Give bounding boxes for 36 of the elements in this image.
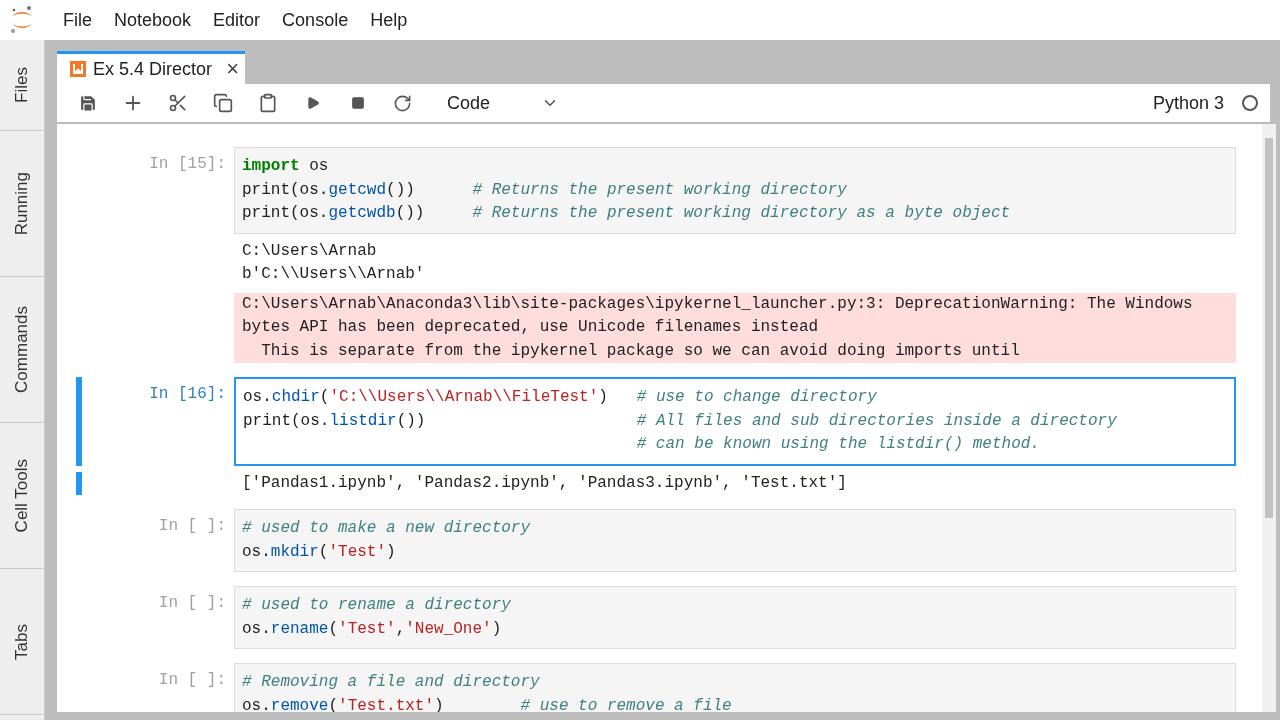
notebook-icon bbox=[69, 60, 87, 78]
cell-prompt: In [ ]: bbox=[158, 516, 226, 537]
tab-title: Ex 5.4 Director bbox=[93, 58, 214, 80]
kernel-name: Python 3 bbox=[1152, 92, 1224, 114]
code-cell-input[interactable]: os.chdir('C:\\Users\\Arnab\\FileTest') # use to change directory print(os.listdir()) # All files and sub directories inside a directory # can be known using the listdir() method. bbox=[234, 377, 1236, 466]
menu-item[interactable]: Console bbox=[271, 9, 360, 31]
menu-item[interactable]: File bbox=[52, 9, 103, 31]
cell-prompt: In [16]: bbox=[149, 384, 226, 405]
sidebar-tab[interactable]: Running bbox=[0, 131, 44, 277]
cell-type-dropdown[interactable]: Code bbox=[443, 88, 563, 118]
cell-prompt: In [ ]: bbox=[158, 670, 226, 691]
cell-prompt: In [15]: bbox=[149, 154, 226, 175]
restart-icon bbox=[393, 93, 412, 113]
sidebar-tab[interactable]: Commands bbox=[0, 277, 44, 423]
notebook-tab[interactable]: Ex 5.4 Director × bbox=[57, 51, 245, 84]
copy-icon bbox=[212, 93, 233, 113]
menu-item[interactable]: Notebook bbox=[103, 9, 203, 31]
sidebar-tab[interactable]: Tabs bbox=[0, 569, 44, 715]
error-output: C:\Users\Arnab\Anaconda3\lib\site-packages\ipykernel_launcher.py:3: DeprecationWarning: The Windows bytes API has been deprecated, use Unicode filenames instead This is separate from the ipykernel package so we can avoid doing imports until bbox=[234, 292, 1236, 363]
cell-prompt: In [ ]: bbox=[158, 593, 226, 614]
sidebar-tab[interactable]: Cell Tools bbox=[0, 423, 44, 569]
code-cell-input[interactable]: # used to rename a directory os.rename('Test','New_One') bbox=[234, 586, 1236, 649]
code-cell-input[interactable]: # used to make a new directory os.mkdir('Test') bbox=[234, 509, 1236, 572]
menu-item[interactable]: Help bbox=[359, 9, 419, 31]
scrollbar[interactable] bbox=[1262, 124, 1276, 712]
sidebar-tab[interactable]: Files bbox=[0, 40, 44, 131]
cell-output: C:\Users\Arnab b'C:\\Users\\Arnab' bbox=[241, 240, 426, 285]
active-cell-bar bbox=[76, 471, 82, 495]
code-cell-input[interactable]: # Removing a file and directory os.remove('Test.txt') # use to remove a file bbox=[234, 663, 1236, 712]
cell-output: ['Pandas1.ipynb', 'Pandas2.ipynb', 'Pandas3.ipynb', 'Test.txt'] bbox=[241, 472, 848, 494]
stop-icon bbox=[350, 96, 365, 110]
scissors-icon bbox=[167, 93, 188, 113]
code-cell-input[interactable]: import os print(os.getcwd()) # Returns the present working directory print(os.getcwdb()) # Returns the present working directory as a byte object bbox=[234, 147, 1236, 234]
play-icon bbox=[305, 96, 320, 110]
close-icon[interactable]: × bbox=[226, 58, 239, 80]
menu-item[interactable]: Editor bbox=[202, 9, 272, 31]
